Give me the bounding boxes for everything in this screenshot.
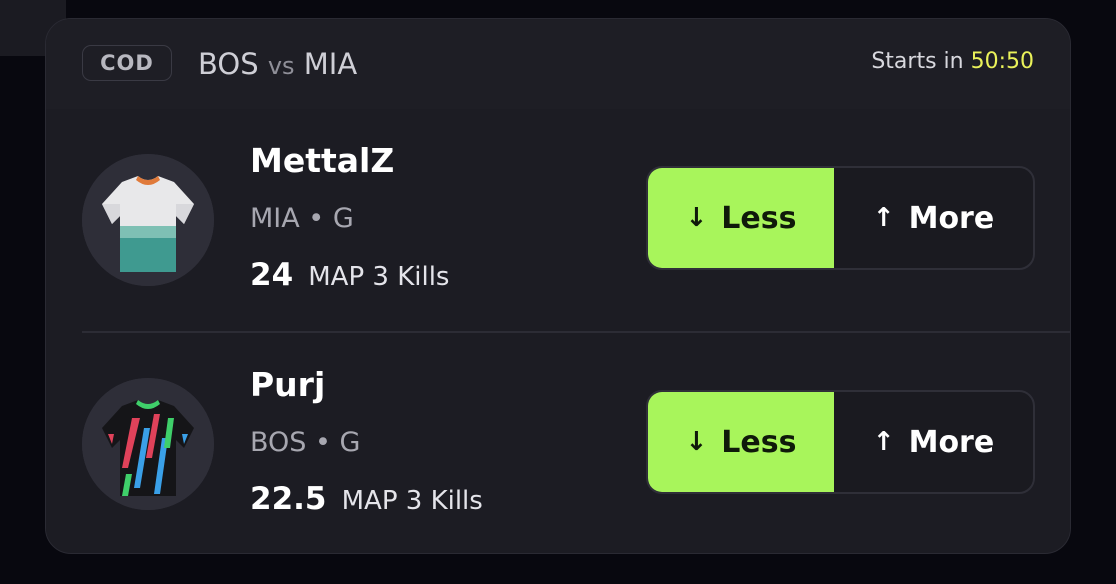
player-name: MettalZ: [250, 141, 395, 180]
pick-toggle: ↓ Less ↑ More: [646, 166, 1035, 270]
arrow-up-icon: ↑: [872, 203, 895, 233]
arrow-down-icon: ↓: [685, 427, 708, 457]
starts-time: 50:50: [970, 49, 1034, 74]
player-line: 24 MAP 3 Kills: [250, 257, 449, 293]
match-card: COD BOS vs MIA Starts in 50:50 MettalZ M…: [45, 18, 1071, 554]
pick-toggle: ↓ Less ↑ More: [646, 390, 1035, 494]
player-meta: BOS • G: [250, 427, 361, 458]
more-label: More: [908, 424, 995, 460]
player-row: Purj BOS • G 22.5 MAP 3 Kills ↓ Less ↑ M…: [46, 333, 1070, 538]
vs-label: vs: [267, 52, 295, 80]
away-team: MIA: [303, 47, 358, 81]
more-label: More: [908, 200, 995, 236]
more-button[interactable]: ↑ More: [834, 168, 1033, 268]
match-header: COD BOS vs MIA Starts in 50:50: [46, 19, 1070, 109]
starts-label: Starts in: [871, 49, 964, 74]
less-label: Less: [721, 200, 797, 236]
matchup: BOS vs MIA: [198, 47, 357, 81]
less-label: Less: [721, 424, 797, 460]
jersey-white-teal-icon: [82, 154, 214, 286]
player-row: MettalZ MIA • G 24 MAP 3 Kills ↓ Less ↑ …: [46, 109, 1070, 314]
line-stat: MAP 3 Kills: [341, 486, 483, 516]
game-badge: COD: [82, 45, 172, 81]
start-countdown: Starts in 50:50: [871, 49, 1034, 74]
less-button[interactable]: ↓ Less: [648, 392, 834, 492]
jersey-black-multicolor-icon: [82, 378, 214, 510]
line-value: 24: [250, 257, 294, 293]
player-line: 22.5 MAP 3 Kills: [250, 481, 483, 517]
arrow-up-icon: ↑: [872, 427, 895, 457]
less-button[interactable]: ↓ Less: [648, 168, 834, 268]
arrow-down-icon: ↓: [685, 203, 708, 233]
more-button[interactable]: ↑ More: [834, 392, 1033, 492]
player-name: Purj: [250, 365, 326, 404]
line-stat: MAP 3 Kills: [308, 262, 450, 292]
home-team: BOS: [198, 47, 259, 81]
line-value: 22.5: [250, 481, 327, 517]
player-meta: MIA • G: [250, 203, 354, 234]
